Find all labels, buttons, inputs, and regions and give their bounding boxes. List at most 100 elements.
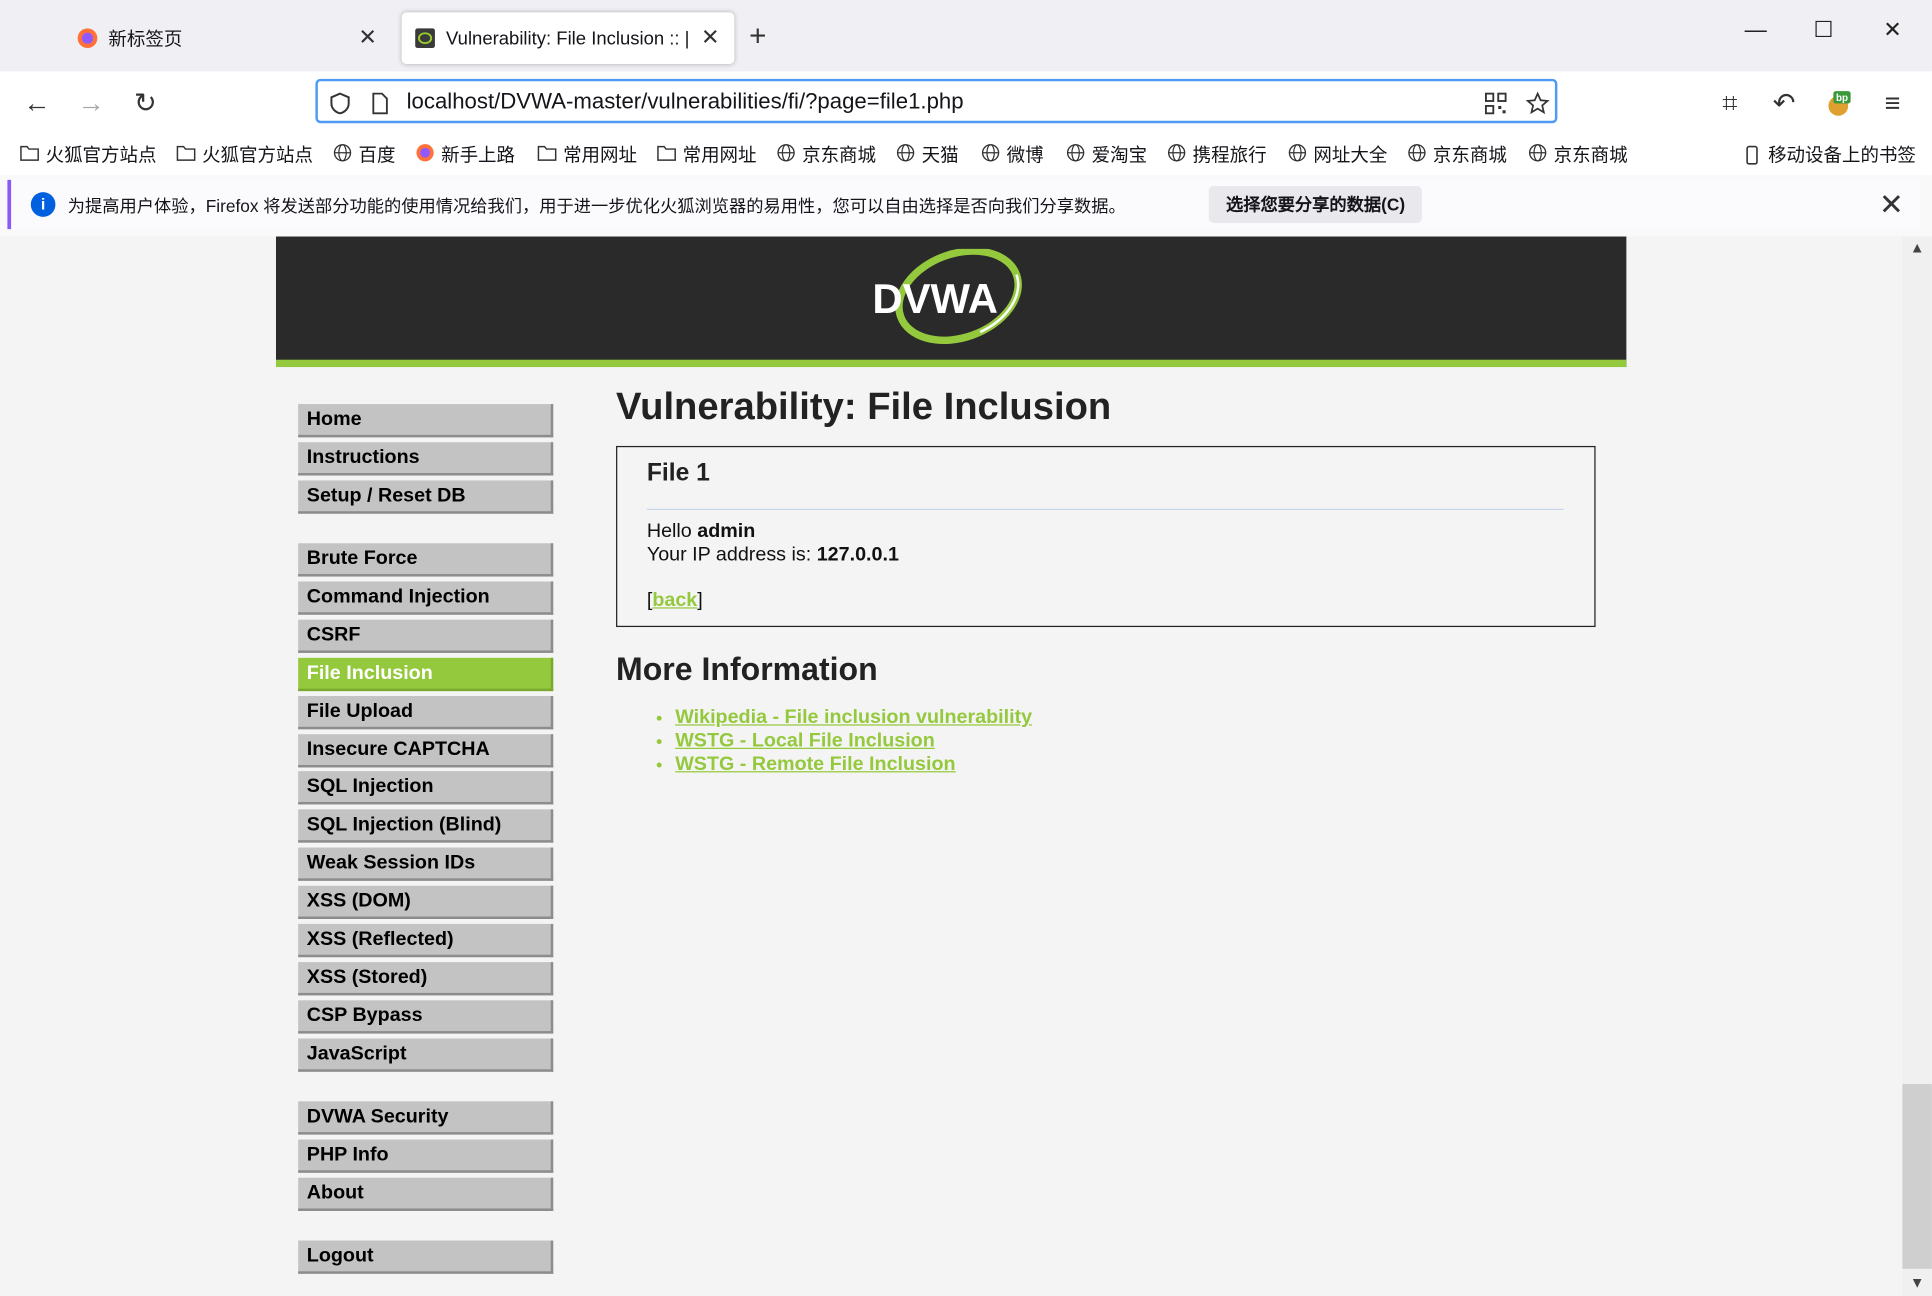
forward-arrow-icon[interactable]: →: [74, 86, 108, 120]
menu-item-csp-bypass[interactable]: CSP Bypass: [298, 1000, 554, 1034]
globe-icon: [981, 142, 1007, 167]
firefox-icon: [415, 142, 441, 167]
folder-icon: [20, 142, 46, 167]
mobile-bookmarks-item[interactable]: 移动设备上的书签: [1742, 142, 1916, 168]
wstg-local-file-inclusion-link[interactable]: WSTG - Local File Inclusion: [675, 731, 935, 752]
bookmark-item[interactable]: 火狐官方站点: [20, 142, 156, 168]
maximize-icon[interactable]: ☐: [1799, 17, 1848, 43]
close-icon[interactable]: ✕: [701, 25, 720, 51]
url-bar[interactable]: localhost/DVWA-master/vulnerabilities/fi…: [315, 78, 1558, 124]
divider: [646, 508, 1564, 511]
menu-item-xss-reflected[interactable]: XSS (Reflected): [298, 923, 554, 958]
svg-text:bp: bp: [1836, 93, 1848, 104]
bookmark-item[interactable]: 爱淘宝: [1066, 142, 1147, 168]
url-text[interactable]: localhost/DVWA-master/vulnerabilities/fi…: [407, 89, 964, 115]
bookmark-item[interactable]: 百度: [333, 142, 396, 168]
more-info-heading: More Information: [616, 650, 878, 688]
page-title: Vulnerability: File Inclusion: [616, 384, 1112, 428]
undo-icon[interactable]: ↶: [1767, 86, 1801, 120]
menu-item-xss-dom[interactable]: XSS (DOM): [298, 885, 554, 920]
bookmark-label: 京东商城: [802, 145, 877, 167]
ip-address: 127.0.0.1: [816, 544, 899, 566]
scroll-up-arrow-icon[interactable]: ▲: [1907, 239, 1927, 256]
folder-icon: [176, 142, 202, 167]
menu-item-instructions[interactable]: Instructions: [298, 442, 554, 476]
menu-item-brute-force[interactable]: Brute Force: [298, 543, 554, 577]
close-icon[interactable]: ✕: [358, 25, 377, 51]
list-item: WSTG - Remote File Inclusion: [675, 753, 1032, 776]
menu-item-file-upload[interactable]: File Upload: [298, 695, 554, 729]
hello-text: Hello: [646, 521, 698, 543]
bookmark-item[interactable]: 新手上路: [415, 142, 515, 168]
globe-icon: [1528, 142, 1554, 167]
menu-hamburger-icon[interactable]: ≡: [1875, 86, 1909, 120]
wikipedia-file-inclusion-link[interactable]: Wikipedia - File inclusion vulnerability: [675, 707, 1032, 728]
menu-item-setup-reset-db[interactable]: Setup / Reset DB: [298, 480, 554, 514]
folder-icon: [657, 142, 683, 167]
menu-item-csrf[interactable]: CSRF: [298, 619, 554, 653]
bookmark-item[interactable]: 常用网址: [537, 142, 637, 168]
page-icon[interactable]: [367, 91, 392, 116]
menu-item-dvwa-security[interactable]: DVWA Security: [298, 1101, 554, 1135]
navigation-toolbar: ← → ↻ localhost/DVWA-master/vulnerabilit…: [0, 71, 1932, 134]
browser-window: 新标签页 ✕ Vulnerability: File Inclusion :: …: [0, 0, 1932, 1296]
menu-item-about[interactable]: About: [298, 1177, 554, 1211]
dvwa-container: DVWA Home Instructions Setup / Reset DB Bru…: [275, 236, 1627, 1296]
shield-icon[interactable]: [328, 91, 353, 116]
logo-text: DVWA: [872, 275, 998, 322]
tab-label: Vulnerability: File Inclusion :: |: [446, 27, 690, 49]
menu-item-file-inclusion[interactable]: File Inclusion: [298, 657, 554, 691]
choose-data-share-button[interactable]: 选择您要分享的数据(C): [1208, 186, 1423, 223]
burp-extension-icon[interactable]: bp: [1821, 86, 1855, 120]
globe-icon: [776, 142, 802, 167]
list-item: Wikipedia - File inclusion vulnerability: [675, 706, 1032, 729]
tab-file-inclusion[interactable]: Vulnerability: File Inclusion :: | ✕: [401, 12, 735, 65]
telemetry-notification-bar: i 为提高用户体验，Firefox 将发送部分功能的使用情况给我们，用于进一步优…: [7, 179, 1920, 230]
minimize-icon[interactable]: —: [1731, 17, 1780, 43]
bookmark-item[interactable]: 京东商城: [1528, 142, 1628, 168]
bookmark-item[interactable]: 天猫: [896, 142, 959, 168]
bookmark-item[interactable]: 网址大全: [1288, 142, 1387, 168]
mobile-bookmarks-label: 移动设备上的书签: [1768, 145, 1916, 167]
menu-item-javascript[interactable]: JavaScript: [298, 1038, 554, 1072]
wstg-remote-file-inclusion-link[interactable]: WSTG - Remote File Inclusion: [675, 754, 955, 775]
bookmark-item[interactable]: 常用网址: [657, 142, 757, 168]
window-close-icon[interactable]: ✕: [1868, 17, 1917, 43]
bookmark-label: 京东商城: [1432, 145, 1507, 167]
bookmark-label: 火狐官方站点: [202, 145, 313, 167]
screenshot-crop-icon[interactable]: ⌗: [1713, 86, 1747, 120]
bookmark-star-icon[interactable]: [1525, 91, 1550, 116]
vertical-scrollbar[interactable]: ▲ ▼: [1902, 236, 1932, 1296]
scroll-down-arrow-icon[interactable]: ▼: [1907, 1274, 1927, 1291]
bookmark-item[interactable]: 京东商城: [1407, 142, 1507, 168]
bookmark-label: 百度: [358, 145, 396, 167]
back-arrow-icon[interactable]: ←: [20, 86, 54, 120]
menu-item-home[interactable]: Home: [298, 404, 554, 438]
menu-item-weak-session-ids[interactable]: Weak Session IDs: [298, 847, 554, 882]
close-icon[interactable]: ✕: [1879, 187, 1904, 223]
menu-item-xss-stored[interactable]: XSS (Stored): [298, 961, 554, 996]
menu-item-logout[interactable]: Logout: [298, 1240, 554, 1274]
tab-new-tab[interactable]: 新标签页 ✕: [59, 12, 392, 64]
menu-item-command-injection[interactable]: Command Injection: [298, 581, 554, 615]
bookmark-item[interactable]: 携程旅行: [1167, 142, 1267, 168]
bookmark-item[interactable]: 微博: [981, 142, 1044, 168]
new-tab-plus-icon[interactable]: +: [749, 22, 766, 52]
notification-message: 为提高用户体验，Firefox 将发送部分功能的使用情况给我们，用于进一步优化火…: [67, 195, 1126, 216]
bookmark-item[interactable]: 京东商城: [776, 142, 876, 168]
info-icon: i: [30, 192, 56, 217]
back-link[interactable]: back: [652, 590, 697, 611]
bookmark-label: 天猫: [921, 145, 959, 167]
bookmark-label: 爱淘宝: [1091, 145, 1148, 167]
qr-code-icon[interactable]: [1483, 91, 1508, 116]
menu-item-sql-injection-blind[interactable]: SQL Injection (Blind): [298, 809, 554, 843]
bookmark-item[interactable]: 火狐官方站点: [176, 142, 313, 168]
dvwa-favicon-icon: [415, 28, 435, 49]
reload-icon[interactable]: ↻: [128, 86, 162, 120]
menu-item-insecure-captcha[interactable]: Insecure CAPTCHA: [298, 733, 554, 767]
scrollbar-thumb[interactable]: [1902, 1084, 1932, 1269]
menu-item-sql-injection[interactable]: SQL Injection: [298, 771, 554, 805]
menu-item-php-info[interactable]: PHP Info: [298, 1139, 554, 1173]
globe-icon: [1066, 142, 1092, 167]
firefox-icon: [77, 28, 98, 49]
